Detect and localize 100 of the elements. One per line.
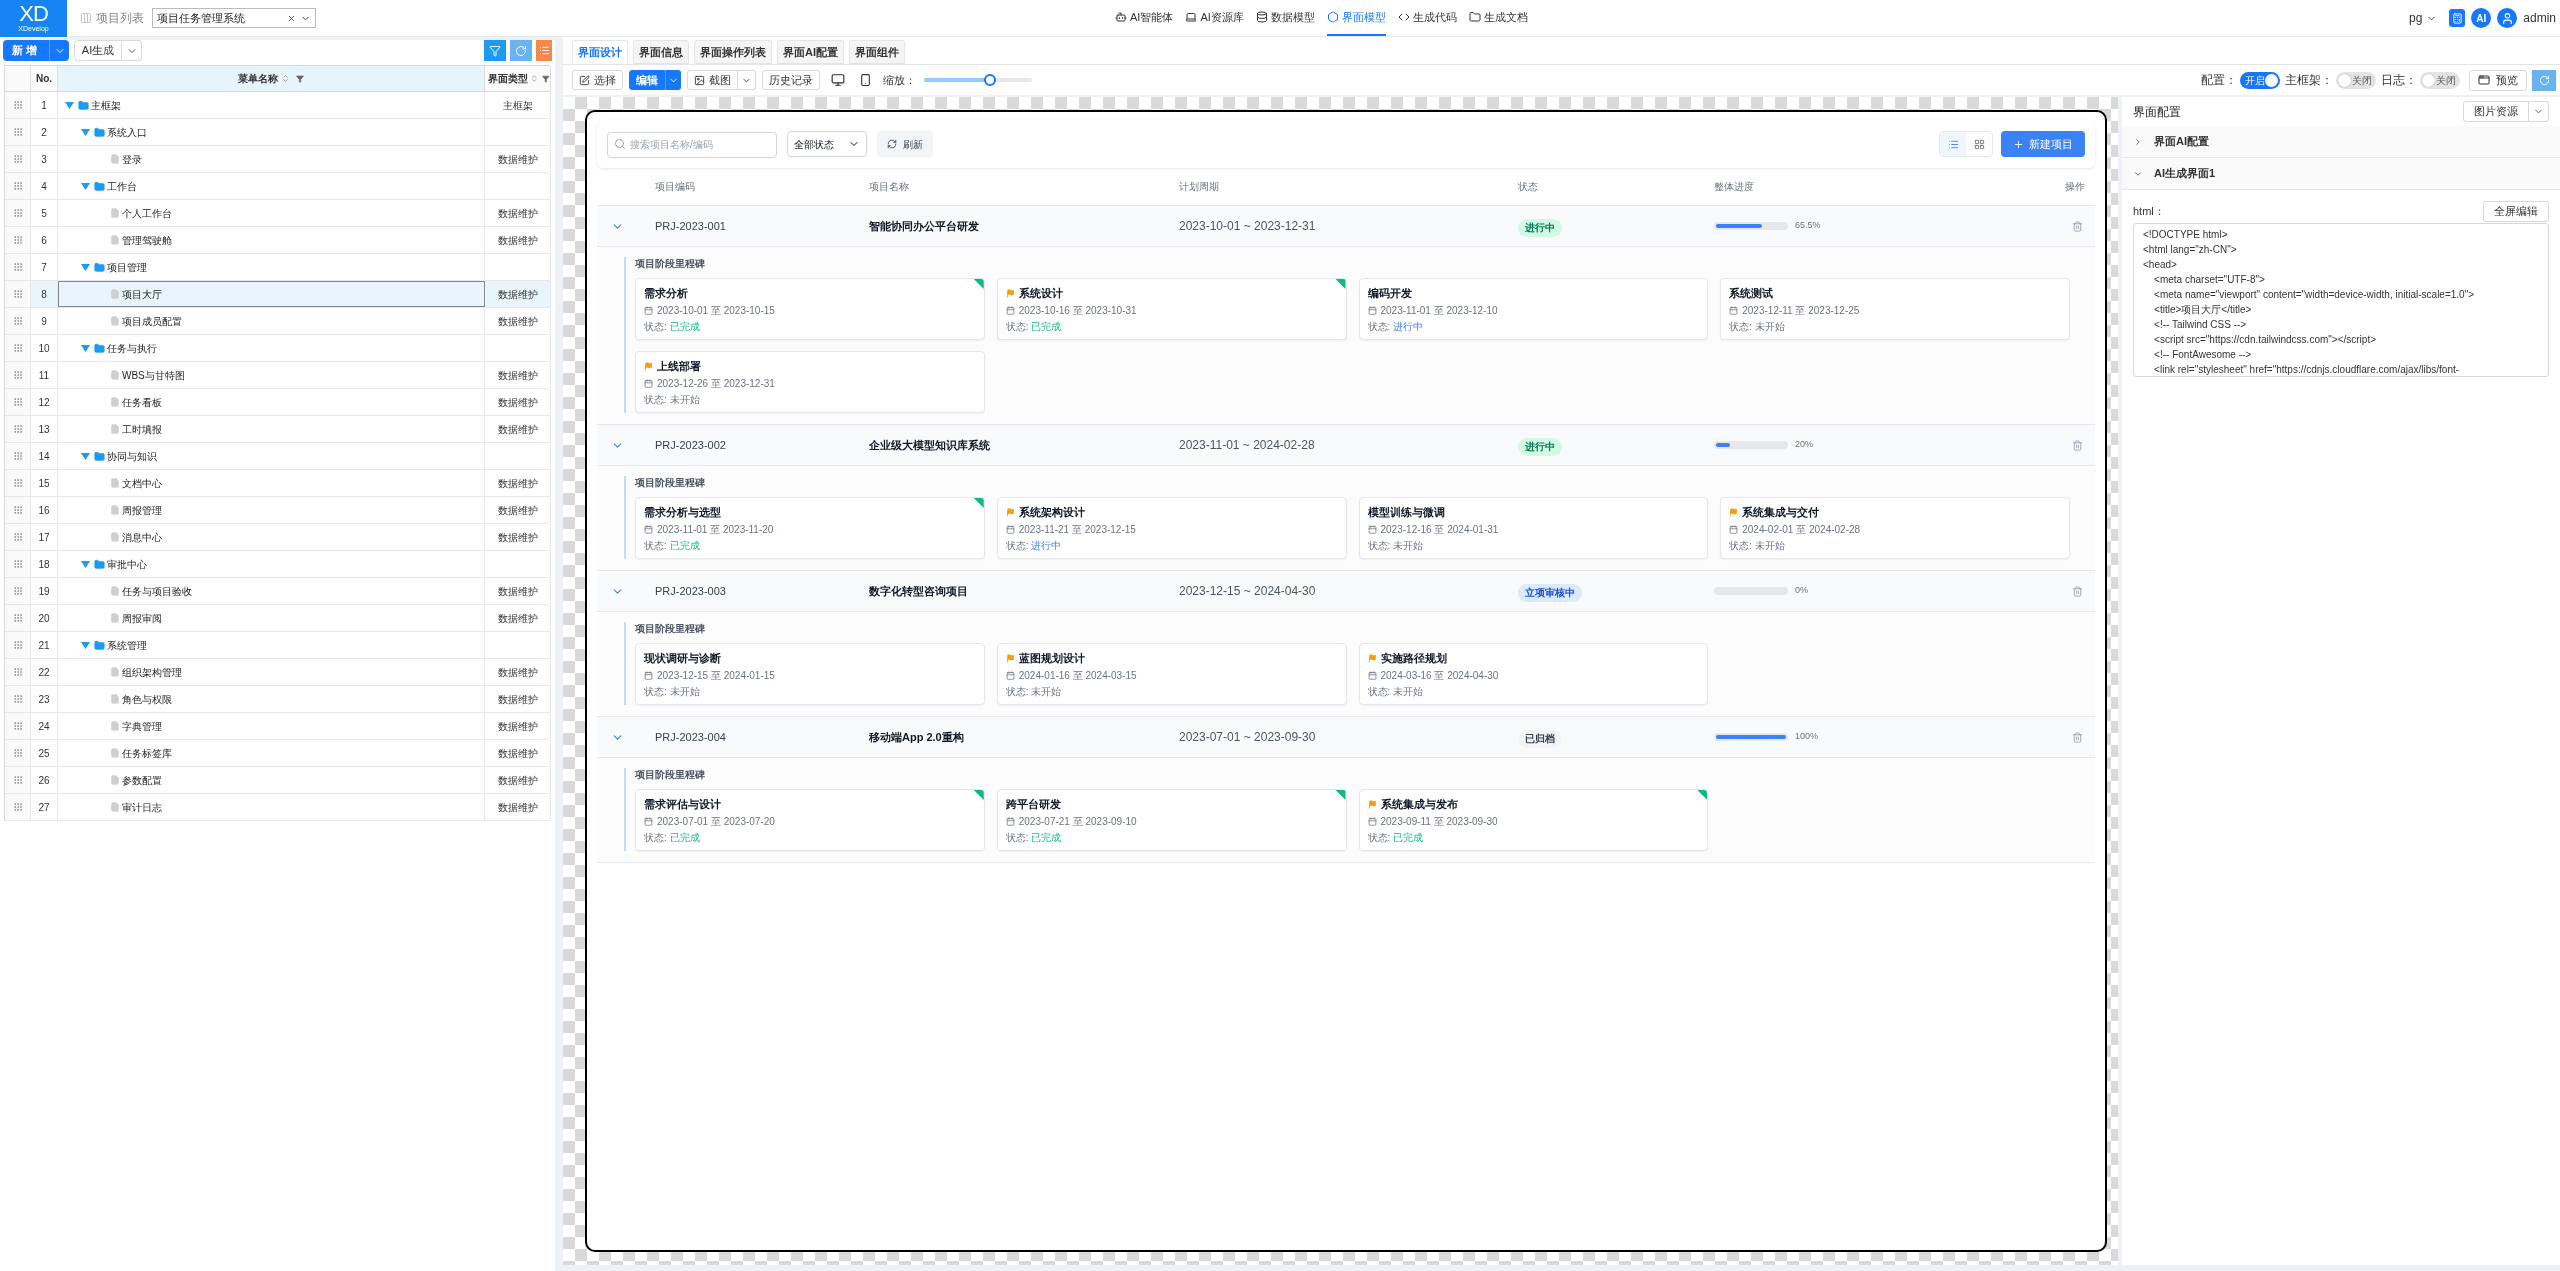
caret-down-icon[interactable] [81, 640, 90, 650]
zoom-slider[interactable] [924, 74, 1032, 86]
grip-icon[interactable] [12, 559, 23, 569]
milestone-card[interactable]: 系统架构设计 2023-11-21 至 2023-12-15 状态: 进行中 [996, 497, 1347, 559]
new-project-button[interactable]: 新建项目 [2001, 131, 2085, 157]
grip-icon[interactable] [12, 775, 23, 785]
table-row[interactable]: 15 文档中心 数据维护 [5, 470, 550, 497]
caret-down-icon[interactable] [81, 559, 90, 569]
refresh-button[interactable]: 刷新 [877, 131, 933, 157]
sort-icon[interactable] [530, 74, 539, 83]
project-row[interactable]: PRJ-2023-003 数字化转型咨询项目 2023-12-15 ~ 2024-04-30 立项审核中 0% [597, 571, 2095, 612]
table-row[interactable]: 24 字典管理 数据维护 [5, 713, 550, 740]
caret-down-icon[interactable] [81, 127, 90, 137]
toggle-switch[interactable]: 开启 [2240, 71, 2280, 89]
mode-button[interactable]: 编辑 [629, 70, 665, 90]
nav-item[interactable]: 生成文档 [1468, 0, 1528, 36]
image-resource-button[interactable]: 图片资源 [2463, 101, 2529, 122]
caret-down-icon[interactable] [81, 343, 90, 353]
grip-icon[interactable] [12, 154, 23, 164]
nav-item[interactable]: 数据模型 [1255, 0, 1315, 36]
grip-icon[interactable] [12, 694, 23, 704]
nav-item[interactable]: AI资源库 [1185, 0, 1244, 36]
add-dropdown-button[interactable] [49, 40, 69, 61]
grip-icon[interactable] [12, 343, 23, 353]
grip-icon[interactable] [12, 532, 23, 542]
clear-icon[interactable] [287, 13, 296, 23]
dropdown-button[interactable] [665, 70, 681, 90]
milestone-card[interactable]: 系统集成与发布 2023-09-11 至 2023-09-30 状态: 已完成 [1358, 789, 1709, 851]
mode-button[interactable]: 选择 [572, 70, 623, 90]
nav-item[interactable]: 生成代码 [1397, 0, 1457, 36]
sort-icon[interactable] [281, 74, 290, 83]
trash-icon[interactable] [2072, 439, 2083, 451]
grip-icon[interactable] [12, 802, 23, 812]
grip-icon[interactable] [12, 235, 23, 245]
table-row[interactable]: 27 审计日志 数据维护 [5, 794, 550, 821]
grip-icon[interactable] [12, 478, 23, 488]
grip-icon[interactable] [12, 316, 23, 326]
toggle-switch[interactable]: 关闭 [2336, 71, 2376, 89]
table-row[interactable]: 26 参数配置 数据维护 [5, 767, 550, 794]
grip-icon[interactable] [12, 505, 23, 515]
table-row[interactable]: 17 消息中心 数据维护 [5, 524, 550, 551]
table-row[interactable]: 21 系统管理 [5, 632, 550, 659]
preview-button[interactable]: 预览 [2469, 69, 2527, 91]
project-row[interactable]: PRJ-2023-004 移动端App 2.0重构 2023-07-01 ~ 2023-09-30 已归档 100% [597, 717, 2095, 758]
grip-icon[interactable] [12, 640, 23, 650]
toggle-switch[interactable]: 关闭 [2420, 71, 2460, 89]
avatar-icon[interactable] [2497, 8, 2518, 28]
milestone-card[interactable]: 需求评估与设计 2023-07-01 至 2023-07-20 状态: 已完成 [635, 789, 985, 851]
table-row[interactable]: 19 任务与项目验收 数据维护 [5, 578, 550, 605]
ai-dropdown-button[interactable] [122, 40, 142, 61]
caret-down-icon[interactable] [65, 100, 74, 110]
table-row[interactable]: 20 周报审阅 数据维护 [5, 605, 550, 632]
table-row[interactable]: 25 任务标签库 数据维护 [5, 740, 550, 767]
milestone-card[interactable]: 现状调研与诊断 2023-12-15 至 2024-01-15 状态: 未开始 [635, 643, 985, 705]
grip-icon[interactable] [12, 667, 23, 677]
grip-icon[interactable] [12, 370, 23, 380]
table-row[interactable]: 22 组织架构管理 数据维护 [5, 659, 550, 686]
grip-icon[interactable] [12, 613, 23, 623]
list-button[interactable] [536, 40, 552, 61]
tab[interactable]: 界面信息 [633, 40, 689, 64]
grip-icon[interactable] [12, 289, 23, 299]
table-row[interactable]: 4 工作台 [5, 173, 550, 200]
caret-down-icon[interactable] [81, 451, 90, 461]
trash-icon[interactable] [2072, 220, 2083, 232]
grip-icon[interactable] [12, 262, 23, 272]
caret-down-icon[interactable] [81, 181, 90, 191]
milestone-card[interactable]: 模型训练与微调 2023-12-16 至 2024-01-31 状态: 未开始 [1358, 497, 1709, 559]
milestone-card[interactable]: 系统测试 2023-12-11 至 2023-12-25 状态: 未开始 [1720, 278, 2070, 340]
milestone-card[interactable]: 编码开发 2023-11-01 至 2023-12-10 状态: 进行中 [1358, 278, 1709, 340]
milestone-card[interactable]: 实施路径规划 2024-03-16 至 2024-04-30 状态: 未开始 [1358, 643, 1709, 705]
table-row[interactable]: 13 工时填报 数据维护 [5, 416, 550, 443]
accordion-header[interactable]: AI生成界面1 [2122, 158, 2560, 190]
milestone-card[interactable]: 跨平台研发 2023-07-21 至 2023-09-10 状态: 已完成 [996, 789, 1347, 851]
ai-button[interactable]: AI [2471, 8, 2492, 28]
table-row[interactable]: 2 系统入口 [5, 119, 550, 146]
milestone-card[interactable]: 上线部署 2023-12-26 至 2023-12-31 状态: 未开始 [635, 351, 985, 413]
trash-icon[interactable] [2072, 585, 2083, 597]
milestone-card[interactable]: 系统集成与交付 2024-02-01 至 2024-02-28 状态: 未开始 [1720, 497, 2070, 559]
project-select[interactable]: 项目任务管理系统 [152, 8, 316, 28]
table-row[interactable]: 1 主框架 主框架 [5, 92, 550, 119]
table-row[interactable]: 8 项目大厅 数据维护 [5, 281, 550, 308]
grip-icon[interactable] [12, 100, 23, 110]
refresh-button[interactable] [510, 40, 532, 61]
tab[interactable]: 界面组件 [849, 40, 905, 64]
ai-generate-button[interactable]: AI生成 [74, 40, 122, 61]
table-row[interactable]: 6 管理驾驶舱 数据维护 [5, 227, 550, 254]
grip-icon[interactable] [12, 721, 23, 731]
code-editor[interactable]: <!DOCTYPE html> <html lang="zh-CN"> <head> <meta charset="UTF-8"> <meta name="viewport" content="width=device-width, initial-scale=1.0"> <title>项目大厅</title> <!-- Tailwind CSS --> <script src="https://cdn.tailwindcss.com"></script> <!-- FontAwesome --> <link rel="stylesheet" href="https://cdnjs.cloudflare.com/ajax/libs/font- [2133, 223, 2549, 377]
add-button[interactable]: 新增 [3, 40, 49, 61]
grip-icon[interactable] [12, 127, 23, 137]
grip-icon[interactable] [12, 424, 23, 434]
milestone-card[interactable]: 系统设计 2023-10-16 至 2023-10-31 状态: 已完成 [996, 278, 1347, 340]
grip-icon[interactable] [12, 397, 23, 407]
table-row[interactable]: 23 角色与权限 数据维护 [5, 686, 550, 713]
filter-icon[interactable] [542, 74, 550, 83]
project-row[interactable]: PRJ-2023-001 智能协同办公平台研发 2023-10-01 ~ 2023-12-31 进行中 65.5% [597, 206, 2095, 247]
tab[interactable]: 界面设计 [572, 40, 628, 64]
nav-item[interactable]: AI智能体 [1115, 0, 1174, 36]
table-row[interactable]: 7 项目管理 [5, 254, 550, 281]
grip-icon[interactable] [12, 208, 23, 218]
